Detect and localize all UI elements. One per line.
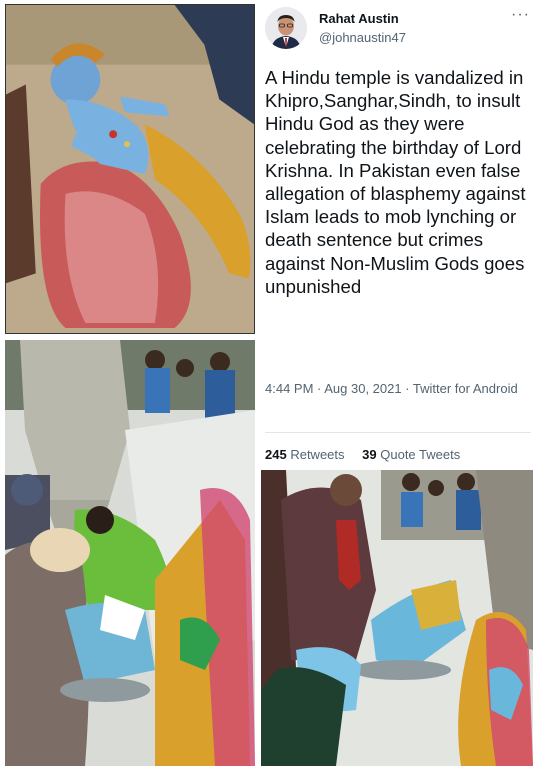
- tweet-timestamp[interactable]: 4:44 PM · Aug 30, 2021 · Twitter for And…: [265, 380, 531, 398]
- more-options-icon[interactable]: ···: [511, 6, 530, 24]
- tweet-card: Rahat Austin @johnaustin47 ··· A Hindu t…: [262, 0, 534, 468]
- engagement-stats: 245 Retweets 39 Quote Tweets: [265, 447, 474, 462]
- photo-crowd-inspecting: [5, 340, 255, 766]
- tweet-text: A Hindu temple is vandalized in Khipro,S…: [265, 67, 526, 297]
- author-name[interactable]: Rahat Austin: [319, 11, 399, 26]
- author-handle[interactable]: @johnaustin47: [319, 30, 406, 45]
- quote-tweets-stat[interactable]: 39 Quote Tweets: [362, 447, 460, 462]
- quote-tweets-count: 39: [362, 447, 377, 462]
- photo-idol-pieces: [261, 470, 533, 766]
- quote-tweets-label: Quote Tweets: [380, 447, 461, 462]
- photo-fallen-idol: [5, 4, 255, 334]
- author-avatar[interactable]: [265, 7, 307, 49]
- retweets-label: Retweets: [290, 447, 345, 462]
- retweets-count: 245: [265, 447, 287, 462]
- retweets-stat[interactable]: 245 Retweets: [265, 447, 345, 462]
- divider: [265, 432, 531, 433]
